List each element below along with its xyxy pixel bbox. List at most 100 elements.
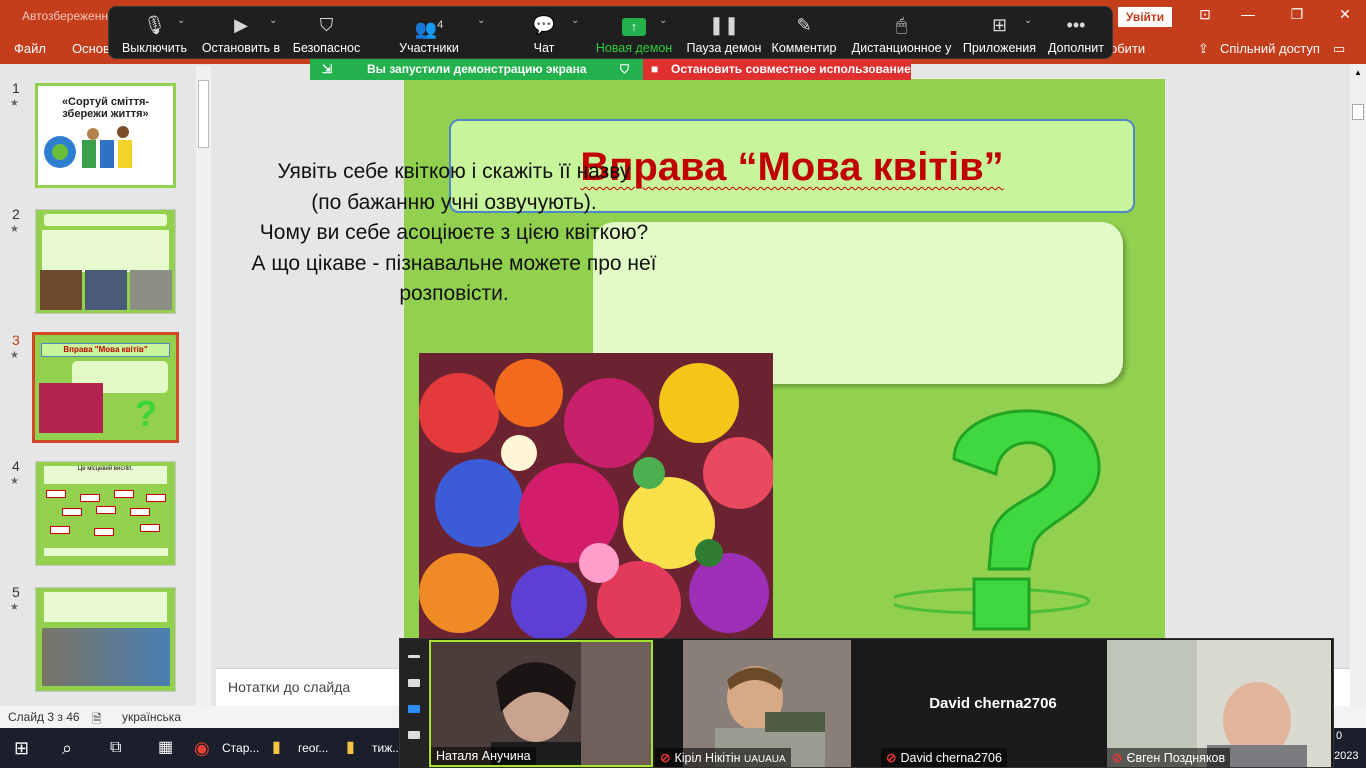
notes-placeholder[interactable]: Нотатки до слайда <box>228 679 350 695</box>
annotate-button[interactable]: ✎ Комментир <box>769 7 839 60</box>
thumb-word <box>80 494 100 502</box>
thumb-image <box>40 270 82 310</box>
drag-handle-icon[interactable]: ⇲ <box>322 59 332 80</box>
folder-icon[interactable]: ▮ <box>346 728 355 768</box>
chevron-down-icon[interactable]: ⌄ <box>659 15 667 26</box>
slide-thumbnail-3[interactable]: Вправа "Мова квітів" ? <box>32 332 179 443</box>
close-icon[interactable]: ✕ <box>1330 6 1360 23</box>
folder-icon[interactable]: ▮ <box>272 728 281 768</box>
sharing-status-banner[interactable]: ⇲ Вы запустили демонстрацию экрана ⛉ <box>310 59 643 80</box>
thumb-text-block <box>42 230 169 272</box>
muted-microphone-icon: ⊘ <box>886 751 897 765</box>
gallery-view-icon[interactable] <box>408 731 420 739</box>
scroll-up-icon[interactable]: ▲ <box>1354 68 1362 77</box>
question-mark-icon <box>894 409 1101 631</box>
thumb-title: Вправа "Мова квітів" <box>41 343 170 357</box>
sign-in-button[interactable]: Увійти <box>1118 7 1172 27</box>
calculator-icon[interactable]: ▦ <box>158 728 173 768</box>
slide-thumbnail-4[interactable]: Це місцевий висліп. <box>35 461 176 566</box>
question-mark-icon: ? <box>135 393 157 434</box>
participants-button[interactable]: 👥4 Участники <box>394 7 464 60</box>
stop-share-button[interactable]: ■ Остановить совместное использование <box>643 59 911 80</box>
slide-scrollbar[interactable]: ▲ <box>1350 64 1366 706</box>
participant-tile[interactable]: Наталя Анучина <box>429 640 653 767</box>
thumb-number: 1 <box>12 80 20 96</box>
restore-icon[interactable]: ❐ <box>1282 6 1312 23</box>
pause-share-button[interactable]: ❚❚ Пауза демон <box>684 7 764 60</box>
slide-thumbnail-2[interactable] <box>35 209 176 314</box>
thumb-number: 4 <box>12 458 20 474</box>
share-icon[interactable]: ⇪ <box>1198 41 1209 57</box>
chevron-down-icon[interactable]: ⌄ <box>269 15 277 26</box>
autosave-label[interactable]: Автозбереження <box>22 9 114 23</box>
search-icon[interactable]: ⌕ <box>62 728 72 768</box>
chevron-down-icon[interactable]: ⌄ <box>477 15 485 26</box>
share-button[interactable]: Спільний доступ <box>1220 41 1320 56</box>
chat-label: Чат <box>533 41 555 55</box>
stop-square-icon: ■ <box>651 62 659 76</box>
participant-tile[interactable]: David cherna2706 ⊘ David cherna2706 <box>881 640 1105 767</box>
slide-thumbnail-1[interactable]: «Сортуй сміття- збережи життя» <box>35 83 176 188</box>
shield-icon: ⛉ <box>620 62 630 76</box>
more-label: Дополнит <box>1048 41 1104 55</box>
participant-name: Кіріл Нікітін <box>674 751 741 765</box>
slide-text-line: Уявіть себе квіткою і скажіть її назву <box>277 160 631 183</box>
chat-bubble-icon: 💬 <box>532 15 556 35</box>
slide-text-line: А що цікаве - пізнавальне можете про неї <box>251 251 657 275</box>
ribbon-display-icon[interactable]: ⊡ <box>1190 6 1220 23</box>
thumb-number: 3 <box>12 332 20 348</box>
chevron-down-icon[interactable]: ⌄ <box>177 15 185 26</box>
animation-star-icon: ★ <box>10 98 19 109</box>
chevron-down-icon[interactable]: ⌄ <box>1024 15 1032 26</box>
pause-icon: ❚❚ <box>708 15 740 35</box>
pencil-icon: ✎ <box>796 15 812 35</box>
sharing-status-text: Вы запустили демонстрацию экрана <box>367 62 587 76</box>
scroll-thumb[interactable] <box>198 80 209 148</box>
participants-label: Участники <box>399 41 459 55</box>
participant-tile[interactable]: ⊘ Кіріл Нікітін UAUAUA <box>655 640 879 767</box>
slide-text-line: розповісти. <box>399 282 509 305</box>
stop-share-label: Остановить совместное использование <box>671 62 911 76</box>
taskbar-folder-2[interactable]: тиж... <box>372 728 402 768</box>
zoom-video-strip[interactable]: Наталя Анучина ⊘ Кіріл Нікітін UAUAUA Dav… <box>399 638 1334 768</box>
chrome-icon[interactable]: ◉ <box>194 728 210 768</box>
language-indicator[interactable]: українська <box>122 710 181 724</box>
participant-name: David cherna2706 <box>900 751 1002 765</box>
minimize-icon[interactable]: — <box>1233 6 1263 22</box>
taskbar-chrome[interactable]: Стар... <box>222 728 259 768</box>
participant-name-tag: ⊘ Євген Поздняков <box>1107 748 1231 767</box>
participants-icon: 👥4 <box>414 19 444 39</box>
flower-bouquet-icon <box>419 353 773 639</box>
thumb-word <box>94 528 114 536</box>
comments-icon[interactable]: ▭ <box>1333 41 1345 57</box>
thumb-word <box>96 506 116 514</box>
taskbar-folder-1[interactable]: геог... <box>298 728 328 768</box>
more-button[interactable]: ••• Дополнит <box>1046 7 1106 60</box>
clock-date[interactable]: 2023 <box>1334 736 1358 768</box>
flowers-image[interactable] <box>419 353 773 639</box>
thumb-word <box>62 508 82 516</box>
thumb-image <box>42 628 170 686</box>
minimize-icon[interactable] <box>408 655 420 658</box>
windows-start-icon[interactable]: ⊞ <box>14 728 29 768</box>
slide-body-text[interactable]: Уявіть себе квіткою і скажіть її назву (… <box>200 157 708 310</box>
tab-file[interactable]: Файл <box>14 41 46 56</box>
scroll-thumb[interactable] <box>1352 104 1364 120</box>
slide-counter[interactable]: Слайд 3 з 46 <box>8 710 80 724</box>
security-button[interactable]: ⛉ Безопаснос <box>289 7 364 60</box>
security-label: Безопаснос <box>292 41 361 55</box>
participant-tile[interactable]: ⊘ Євген Поздняков <box>1107 640 1331 767</box>
tab-tell-me[interactable]: обити <box>1110 41 1145 56</box>
chevron-down-icon[interactable]: ⌄ <box>571 15 579 26</box>
more-dots-icon: ••• <box>1066 15 1086 35</box>
thumb-word <box>140 524 160 532</box>
strip-view-icon[interactable] <box>408 705 420 713</box>
slide-thumbnail-5[interactable] <box>35 587 176 692</box>
thumb-flowers-image <box>39 383 103 433</box>
tab-home[interactable]: Основ <box>72 41 110 56</box>
chat-button[interactable]: 💬 Чат <box>519 7 569 60</box>
remote-control-button[interactable]: 🖱 Дистанционное у <box>849 7 954 60</box>
single-view-icon[interactable] <box>408 679 420 687</box>
task-view-icon[interactable]: ⧉ <box>110 728 121 768</box>
participant-name-suffix: UAUAUA <box>743 754 786 765</box>
